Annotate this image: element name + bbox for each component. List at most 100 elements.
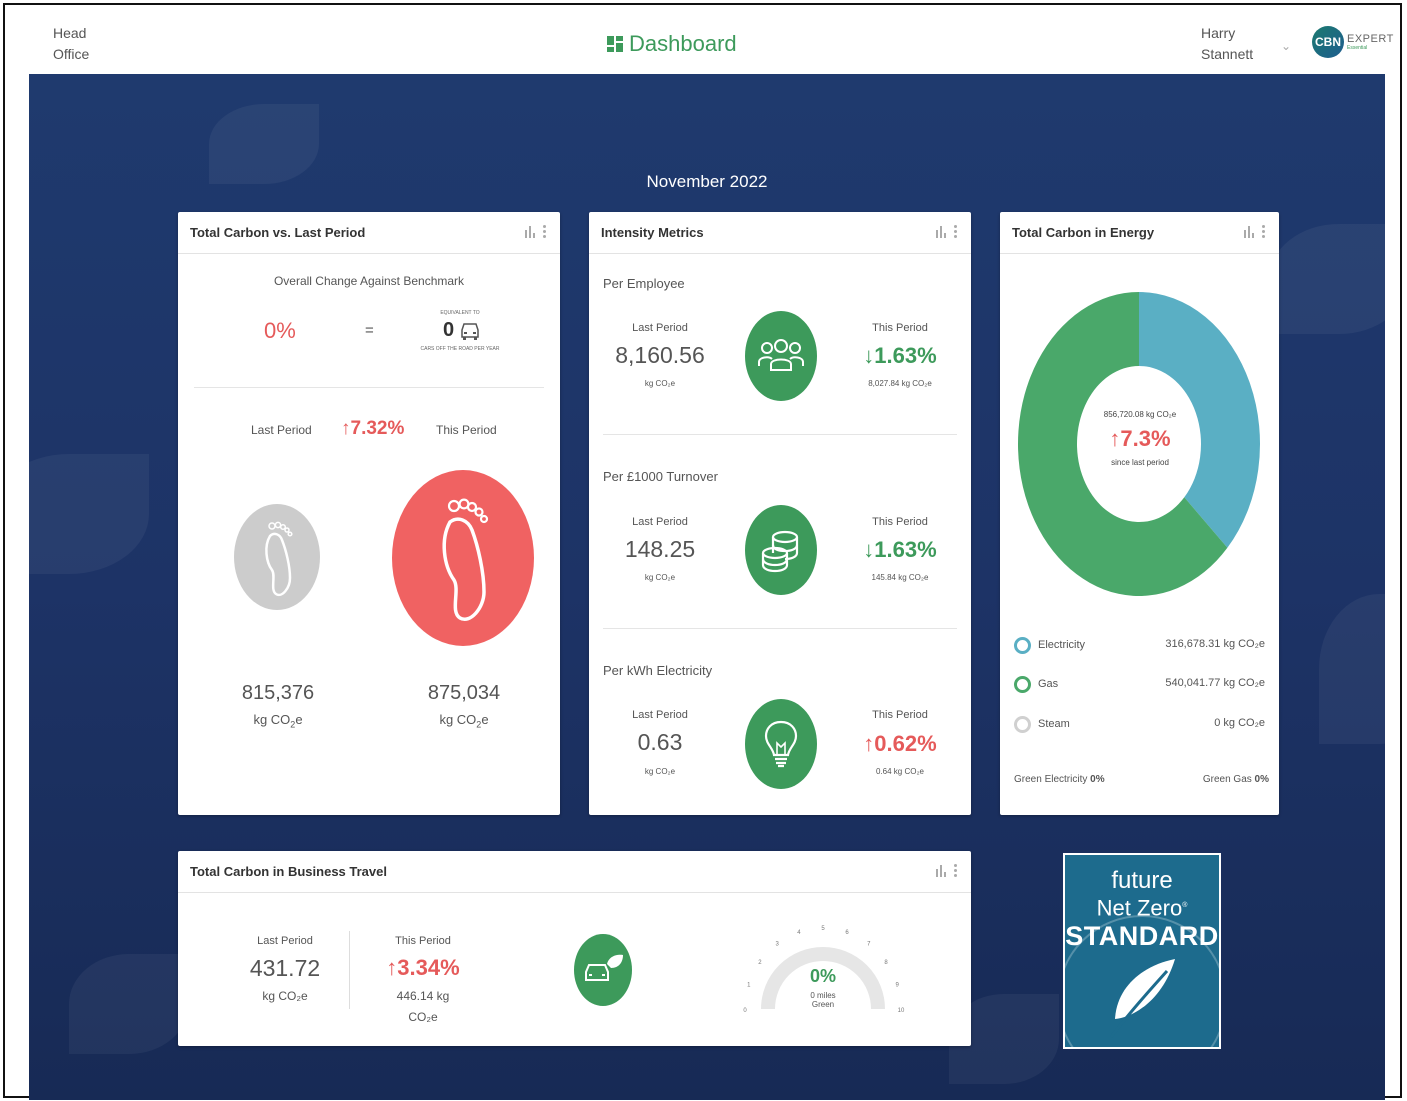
donut-change: ↑7.3%: [1109, 426, 1171, 451]
metric-last-label: Last Period: [632, 322, 688, 334]
chart-toggle-icon[interactable]: [1244, 225, 1254, 238]
gauge-tick-label: 2: [758, 960, 762, 966]
future-net-zero-badge: future Net Zero® STANDARD: [1063, 853, 1221, 1049]
location-selector[interactable]: Head Office: [53, 23, 113, 65]
people-icon: [745, 311, 817, 401]
metric-this-label: This Period: [872, 516, 928, 528]
metric-last-value: 8,160.56: [615, 342, 705, 368]
metric-last-unit: kg CO₂e: [644, 767, 676, 776]
legend-label: Electricity: [1038, 639, 1086, 651]
coins-icon: [745, 505, 817, 595]
card-title: Intensity Metrics: [601, 225, 704, 240]
travel-last-value: 431.72: [249, 955, 321, 981]
last-period-label: Last Period: [251, 423, 312, 437]
legend-value: 540,041.77 kg CO₂e: [1165, 677, 1265, 689]
cars-value: 0: [443, 319, 455, 341]
green-gas: Green Gas 0%: [1202, 774, 1269, 785]
page-title-text: Dashboard: [629, 31, 737, 56]
metric-this-value: 145.84 kg CO₂e: [871, 573, 929, 582]
gauge-tick-label: 10: [898, 1008, 905, 1014]
metric-last-unit: kg CO₂e: [644, 573, 676, 582]
gas-legend-icon[interactable]: [1014, 676, 1031, 693]
leaf-icon: [1109, 959, 1175, 1038]
last-period-value: 815,376: [241, 682, 315, 704]
this-period-value: 875,034: [427, 682, 501, 704]
metric-this-label: This Period: [872, 322, 928, 334]
donut-caption: since last period: [1111, 458, 1169, 467]
more-options-icon[interactable]: [954, 864, 957, 877]
gauge-value: 0%: [809, 966, 836, 986]
travel-change: ↑3.34%: [386, 955, 460, 980]
electricity-legend-icon[interactable]: [1014, 637, 1031, 654]
card-header: Total Carbon in Business Travel: [178, 851, 971, 893]
chevron-down-icon[interactable]: ⌄: [1281, 39, 1291, 53]
travel-this-value: 446.14 kg: [396, 989, 450, 1003]
period-label: November 2022: [646, 172, 768, 191]
metric-change: ↑0.62%: [863, 731, 937, 756]
gauge-tick-label: 4: [797, 930, 801, 936]
metric-this-value: 8,027.84 kg CO₂e: [868, 379, 932, 388]
user-menu[interactable]: Harry Stannett: [1201, 23, 1261, 65]
dashboard-icon: [607, 36, 623, 52]
green-electricity: Green Electricity 0%: [1014, 774, 1105, 785]
equivalent-label: EQUIVALENT TO: [440, 310, 480, 316]
brand-logo: CBN EXPERT Essential: [1312, 26, 1394, 58]
intensity-metrics-card: Intensity Metrics Per Employee Last Peri…: [589, 212, 971, 815]
footprint-icon: [265, 521, 293, 597]
gauge-tick-label: 6: [845, 930, 849, 936]
equals-sign: =: [365, 322, 374, 339]
top-header: Head Office Dashboard Harry Stannett ⌄ C…: [29, 5, 1393, 74]
metric-label: Per kWh Electricity: [603, 663, 713, 678]
metric-last-label: Last Period: [632, 709, 688, 721]
carbon-change: ↑7.32%: [341, 418, 405, 439]
legend-label: Steam: [1038, 718, 1070, 730]
gauge-tick-label: 1: [747, 983, 751, 989]
chart-toggle-icon[interactable]: [936, 864, 946, 877]
more-options-icon[interactable]: [954, 225, 957, 238]
card-header: Total Carbon in Energy: [1000, 212, 1279, 254]
legend-value: 0 kg CO₂e: [1214, 717, 1265, 729]
badge-line2: Net Zero®: [1096, 895, 1188, 921]
divider: [349, 931, 350, 1009]
cars-label: CARS OFF THE ROAD PER YEAR: [420, 346, 500, 352]
more-options-icon[interactable]: [1262, 225, 1265, 238]
metric-this-value: 0.64 kg CO₂e: [875, 767, 925, 776]
last-period-footprint: [234, 504, 320, 610]
travel-last-unit: kg CO₂e: [262, 989, 308, 1003]
gauge-tick-label: 9: [896, 983, 900, 989]
app-frame: Head Office Dashboard Harry Stannett ⌄ C…: [3, 3, 1402, 1100]
donut-total: 856,720.08 kg CO₂e: [1103, 410, 1177, 419]
metric-last-unit: kg CO₂e: [644, 379, 676, 388]
gauge-caption: Green: [811, 1000, 835, 1009]
donut-slice-electricity[interactable]: [1139, 292, 1260, 548]
eco-car-icon: [574, 934, 632, 1006]
card-title: Total Carbon in Business Travel: [190, 864, 387, 879]
badge-line1: future: [1111, 867, 1173, 894]
footprint-icon: [442, 498, 489, 621]
this-period-label: This Period: [436, 423, 497, 437]
benchmark-label: Overall Change Against Benchmark: [273, 274, 465, 288]
gauge-tick-label: 7: [867, 942, 871, 948]
chart-toggle-icon[interactable]: [936, 225, 946, 238]
energy-card: Total Carbon in Energy 856,720.08 kg CO₂…: [1000, 212, 1279, 815]
logo-text: EXPERT: [1347, 33, 1394, 45]
lightbulb-icon: [745, 699, 817, 789]
logo-badge: CBN: [1312, 26, 1344, 58]
last-period-unit: kg CO2e: [253, 712, 303, 730]
this-period-footprint: [392, 470, 534, 646]
metric-label: Per Employee: [603, 276, 685, 291]
business-travel-card: Total Carbon in Business Travel Last Per…: [178, 851, 971, 1046]
travel-last-label: Last Period: [257, 935, 313, 947]
steam-legend-icon[interactable]: [1014, 716, 1031, 733]
chart-toggle-icon[interactable]: [525, 225, 535, 238]
metric-this-label: This Period: [872, 709, 928, 721]
gauge-tick-label: 8: [884, 960, 888, 966]
travel-this-unit: CO₂e: [408, 1010, 438, 1024]
more-options-icon[interactable]: [543, 225, 546, 238]
metric-label: Per £1000 Turnover: [603, 469, 718, 484]
card-header: Intensity Metrics: [589, 212, 971, 254]
total-carbon-card: Total Carbon vs. Last Period Overall Cha…: [178, 212, 560, 815]
legend-label: Gas: [1038, 678, 1059, 690]
gauge-tick-label: 0: [743, 1008, 747, 1014]
badge-line3: STANDARD: [1065, 921, 1219, 951]
